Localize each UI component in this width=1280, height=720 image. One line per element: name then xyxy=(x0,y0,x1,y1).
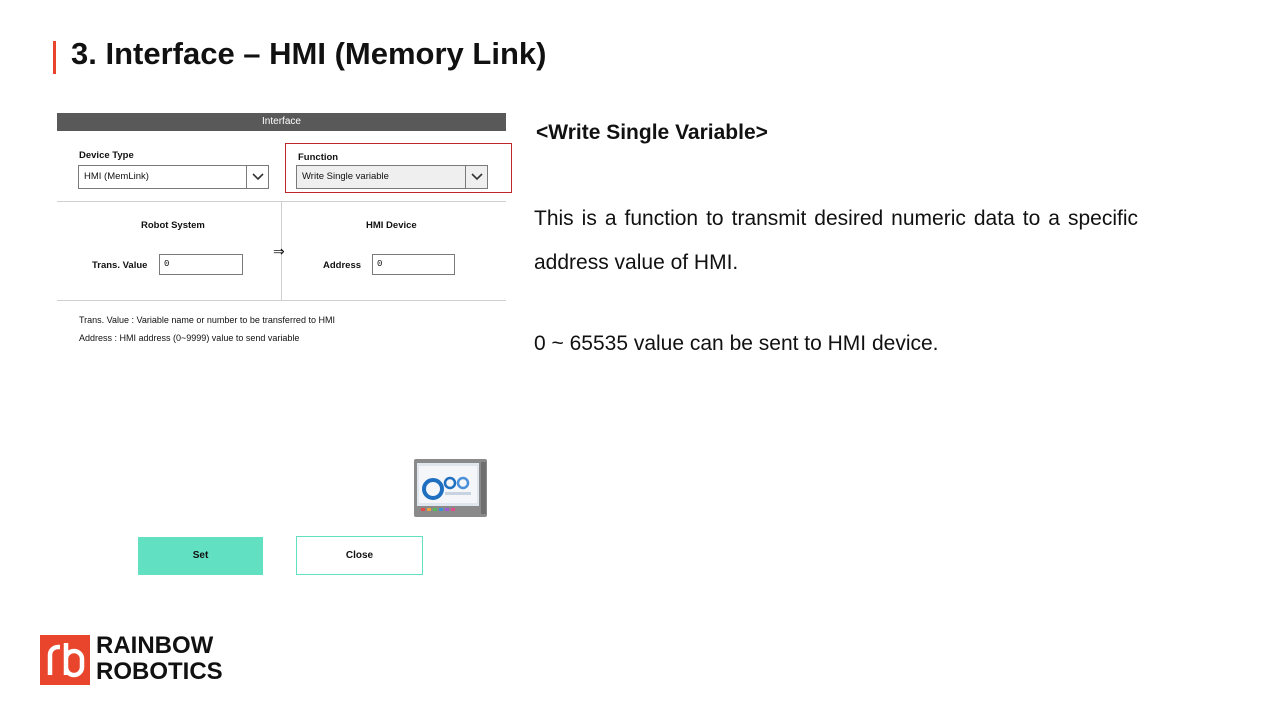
device-type-label: Device Type xyxy=(79,150,134,161)
transfer-arrow-icon: ⇒ xyxy=(273,243,285,259)
trans-value-input[interactable]: 0 xyxy=(159,254,243,275)
set-button[interactable]: Set xyxy=(138,537,263,575)
device-type-value: HMI (MemLink) xyxy=(84,171,149,182)
divider-bottom xyxy=(57,300,506,301)
note-address: Address : HMI address (0~9999) value to … xyxy=(79,333,300,343)
hmi-device-label: HMI Device xyxy=(366,220,417,231)
address-label: Address xyxy=(323,260,362,271)
title-accent-bar xyxy=(53,41,56,74)
rb-logo-mark-icon xyxy=(40,635,90,685)
slide-title: 3. Interface – HMI (Memory Link) xyxy=(71,36,547,71)
device-type-select[interactable]: HMI (MemLink) xyxy=(78,165,269,189)
range-paragraph: 0 ~ 65535 value can be sent to HMI devic… xyxy=(534,332,939,355)
robot-system-label: Robot System xyxy=(141,220,205,231)
trans-value-label: Trans. Value xyxy=(92,260,148,271)
logo-line-1: RAINBOW xyxy=(96,632,214,659)
logo-line-2: ROBOTICS xyxy=(96,658,223,685)
note-trans-value: Trans. Value : Variable name or number t… xyxy=(79,315,335,325)
section-heading: <Write Single Variable> xyxy=(536,121,768,144)
function-value: Write Single variable xyxy=(302,171,389,182)
company-logo-text: RAINBOW ROBOTICS xyxy=(96,633,223,685)
function-select[interactable]: Write Single variable xyxy=(296,165,488,189)
close-button[interactable]: Close xyxy=(296,536,423,575)
function-label: Function xyxy=(298,152,339,163)
chevron-down-icon[interactable] xyxy=(246,166,268,188)
panel-header: Interface xyxy=(57,113,506,131)
hmi-device-image xyxy=(413,458,488,518)
description-paragraph: This is a function to transmit desired n… xyxy=(534,207,1138,274)
address-input[interactable]: 0 xyxy=(372,254,455,275)
chevron-down-icon[interactable] xyxy=(465,166,487,188)
